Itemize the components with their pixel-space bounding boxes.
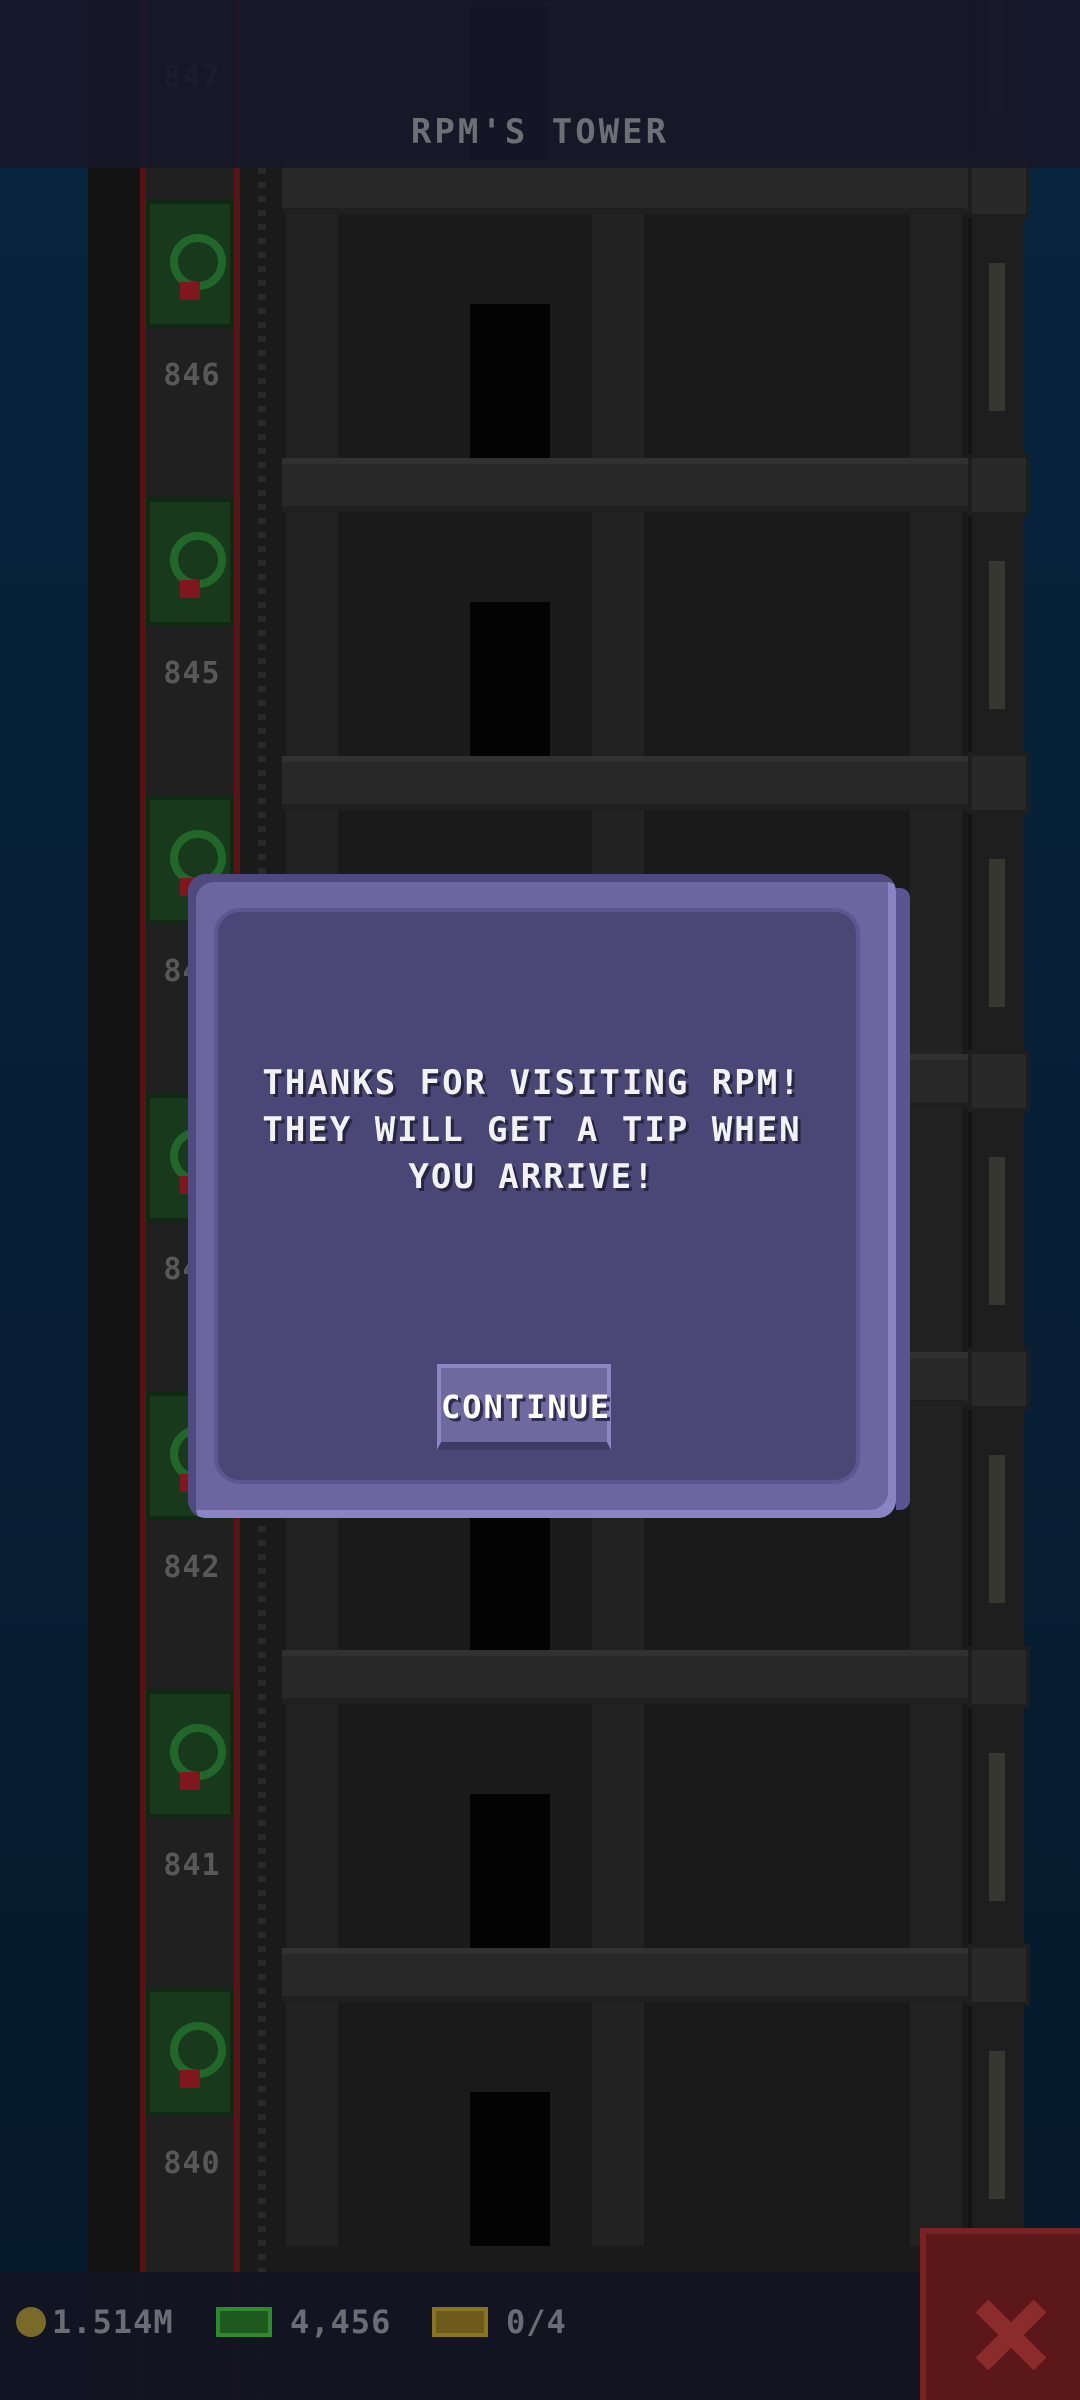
visit-dialog: THANKS FOR VISITING RPM! THEY WILL GET A…: [188, 874, 910, 1518]
close-button[interactable]: [920, 2228, 1080, 2400]
status-bar: 1.514M 4,456 0/4: [0, 2272, 920, 2400]
bux-value: 4,456: [290, 2303, 392, 2341]
cash-icon: [216, 2307, 272, 2337]
dialog-message: THANKS FOR VISITING RPM! THEY WILL GET A…: [262, 1063, 802, 1197]
tickets-value: 0/4: [506, 2303, 567, 2341]
dialog-panel: THANKS FOR VISITING RPM! THEY WILL GET A…: [218, 912, 856, 1480]
bux-stat: 4,456: [216, 2298, 391, 2346]
ticket-icon: [432, 2307, 488, 2337]
coin-icon: [16, 2307, 46, 2337]
coins-stat: 1.514M: [16, 2298, 174, 2346]
close-icon: [974, 2298, 1048, 2372]
continue-button[interactable]: CONTINUE: [437, 1364, 611, 1450]
tickets-stat: 0/4: [432, 2298, 567, 2346]
coins-value: 1.514M: [52, 2303, 174, 2341]
tower-title: RPM'S TOWER: [410, 112, 670, 152]
top-header: RPM'S TOWER: [0, 0, 1080, 168]
